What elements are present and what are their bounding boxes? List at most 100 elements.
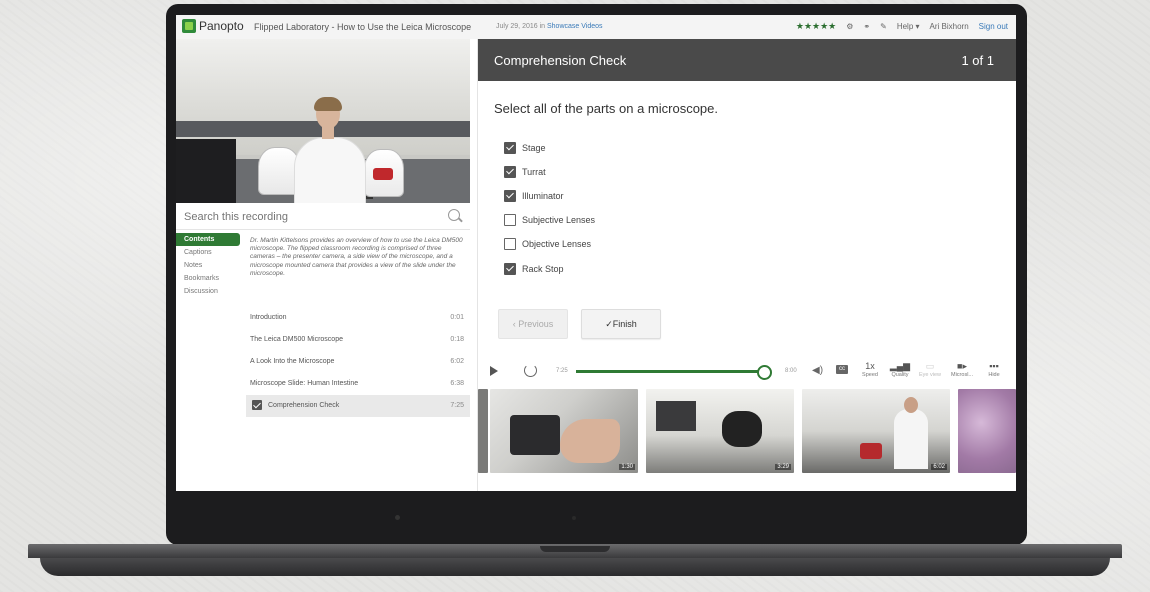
- folder-link[interactable]: Showcase Videos: [547, 23, 603, 30]
- previous-button[interactable]: ‹ Previous: [498, 309, 568, 339]
- nav-bookmarks[interactable]: Bookmarks: [176, 272, 242, 285]
- sign-out-link[interactable]: Sign out: [979, 22, 1008, 31]
- chapter-item[interactable]: A Look Into the Microscope 6:02: [246, 351, 470, 373]
- quality-button[interactable]: ▂▄▆ Quality: [886, 360, 914, 378]
- laptop-notch: [540, 546, 610, 552]
- presenter-hair: [314, 97, 342, 111]
- checkbox-checked[interactable]: [504, 166, 516, 178]
- microscope-right: [364, 149, 404, 197]
- finish-button[interactable]: ✓Finish: [581, 309, 661, 339]
- hide-button[interactable]: ▪▪▪ Hide: [980, 360, 1008, 378]
- checkbox-checked[interactable]: [504, 263, 516, 275]
- presenter-video[interactable]: [176, 39, 470, 203]
- thumbnail[interactable]: 6:02: [802, 389, 950, 473]
- settings-icon[interactable]: ⚙: [846, 22, 853, 31]
- current-time: 7:25: [556, 368, 568, 374]
- option-label: Objective Lenses: [522, 239, 592, 249]
- chapter-item[interactable]: Introduction 0:01: [246, 307, 470, 329]
- chapter-item[interactable]: Microscope Slide: Human Intestine 6:38: [246, 373, 470, 395]
- captions-icon[interactable]: cc: [836, 365, 848, 374]
- screen: Panopto Flipped Laboratory - How to Use …: [176, 15, 1016, 491]
- edit-icon[interactable]: ✎: [880, 22, 887, 31]
- quiz-option[interactable]: Objective Lenses: [504, 237, 591, 251]
- header-actions: ★★★★★ ⚙ ⚭ ✎ Help ▾ Ari Bixhorn Sign out: [796, 21, 1008, 32]
- checkbox-unchecked[interactable]: [504, 214, 516, 226]
- option-label: Turrat: [522, 167, 546, 177]
- hide-label: Hide: [988, 372, 1000, 378]
- user-name: Ari Bixhorn: [929, 22, 969, 31]
- contents-panel: Dr. Martin Kittelsons provides an overvi…: [246, 233, 470, 417]
- help-menu[interactable]: Help ▾: [897, 22, 920, 31]
- chapter-item-selected[interactable]: Comprehension Check 7:25: [246, 395, 470, 417]
- thumbnail[interactable]: 1:30: [490, 389, 638, 473]
- thumbnail[interactable]: [478, 389, 488, 473]
- session-date: July 29, 2016 in Showcase Videos: [496, 23, 603, 30]
- share-icon[interactable]: ⚭: [863, 22, 870, 31]
- option-label: Stage: [522, 143, 546, 153]
- eyepiece-image: [722, 411, 762, 447]
- chapter-item[interactable]: The Leica DM500 Microscope 0:18: [246, 329, 470, 351]
- left-nav: Contents Captions Notes Bookmarks Discus…: [176, 233, 242, 298]
- search-icon[interactable]: [448, 209, 460, 221]
- end-time: 8:00: [785, 368, 797, 374]
- seek-progress: [576, 370, 765, 373]
- quiz-option[interactable]: Turrat: [504, 165, 546, 179]
- play-icon[interactable]: [490, 366, 498, 376]
- eye-view-button[interactable]: ▭ Eye view: [916, 360, 944, 378]
- quality-icon: ▂▄▆: [889, 361, 911, 371]
- hand-image: [560, 419, 620, 463]
- quality-label: Quality: [891, 372, 909, 378]
- thumbnail-time: 6:02: [931, 464, 947, 470]
- sensor-dot: [572, 516, 576, 520]
- rating-stars[interactable]: ★★★★★: [796, 21, 836, 32]
- camera-icon: ▭: [925, 361, 935, 371]
- search-input[interactable]: [182, 208, 446, 226]
- microscope-view-button[interactable]: ■▸ Microsl...: [948, 360, 976, 378]
- date-text: July 29, 2016 in: [496, 23, 546, 30]
- chapter-time: 0:18: [450, 336, 464, 343]
- speed-button[interactable]: 1x Speed: [856, 360, 884, 378]
- quiz-counter: 1 of 1: [961, 53, 994, 68]
- quiz-option[interactable]: Subjective Lenses: [504, 213, 595, 227]
- presenter-image: [894, 409, 928, 469]
- thumbnail-strip: 1:30 3:29 6:02: [478, 387, 1016, 483]
- session-title: Flipped Laboratory - How to Use the Leic…: [254, 22, 472, 32]
- nav-discussion[interactable]: Discussion: [176, 285, 242, 298]
- checkbox-unchecked[interactable]: [504, 238, 516, 250]
- quiz-prompt: Select all of the parts on a microscope.: [494, 101, 719, 116]
- option-label: Rack Stop: [522, 264, 564, 274]
- quiz-option[interactable]: Stage: [504, 141, 546, 155]
- chapter-title: Introduction: [250, 314, 287, 321]
- logo-text: Panopto: [199, 19, 244, 33]
- chapter-title: A Look Into the Microscope: [250, 358, 335, 365]
- thumbnail-time: 3:29: [775, 464, 791, 470]
- quiz-option[interactable]: Illuminator: [504, 189, 564, 203]
- seek-bar[interactable]: [576, 365, 773, 380]
- thumbnail-time: 1:30: [619, 464, 635, 470]
- option-label: Subjective Lenses: [522, 215, 596, 225]
- thumbnails-icon: ▪▪▪: [989, 361, 999, 371]
- player-controls: 7:25 8:00 ◀) cc 1x Speed ▂▄▆ Quality ▭ E…: [478, 357, 1016, 385]
- thumbnail[interactable]: [958, 389, 1016, 473]
- seek-handle[interactable]: [757, 365, 773, 380]
- nav-notes[interactable]: Notes: [176, 259, 242, 272]
- rewind-icon[interactable]: [524, 364, 537, 377]
- chapter-title: The Leica DM500 Microscope: [250, 336, 343, 343]
- thumbnail[interactable]: 3:29: [646, 389, 794, 473]
- checkbox-checked[interactable]: [504, 190, 516, 202]
- option-label: Illuminator: [522, 191, 564, 201]
- session-description: Dr. Martin Kittelsons provides an overvi…: [250, 237, 463, 277]
- nav-captions[interactable]: Captions: [176, 246, 242, 259]
- panopto-logo[interactable]: Panopto: [182, 19, 244, 33]
- checkbox-checked[interactable]: [504, 142, 516, 154]
- webcam-dot: [395, 515, 400, 520]
- nav-contents[interactable]: Contents: [176, 233, 240, 246]
- speed-value: 1x: [865, 361, 875, 371]
- laptop-base-bottom: [40, 558, 1110, 576]
- chapter-time: 7:25: [450, 402, 464, 409]
- chapter-title: Comprehension Check: [268, 402, 340, 409]
- quiz-option[interactable]: Rack Stop: [504, 262, 564, 276]
- chapter-time: 0:01: [450, 314, 464, 321]
- chapter-time: 6:02: [450, 358, 464, 365]
- volume-icon[interactable]: ◀): [812, 365, 823, 376]
